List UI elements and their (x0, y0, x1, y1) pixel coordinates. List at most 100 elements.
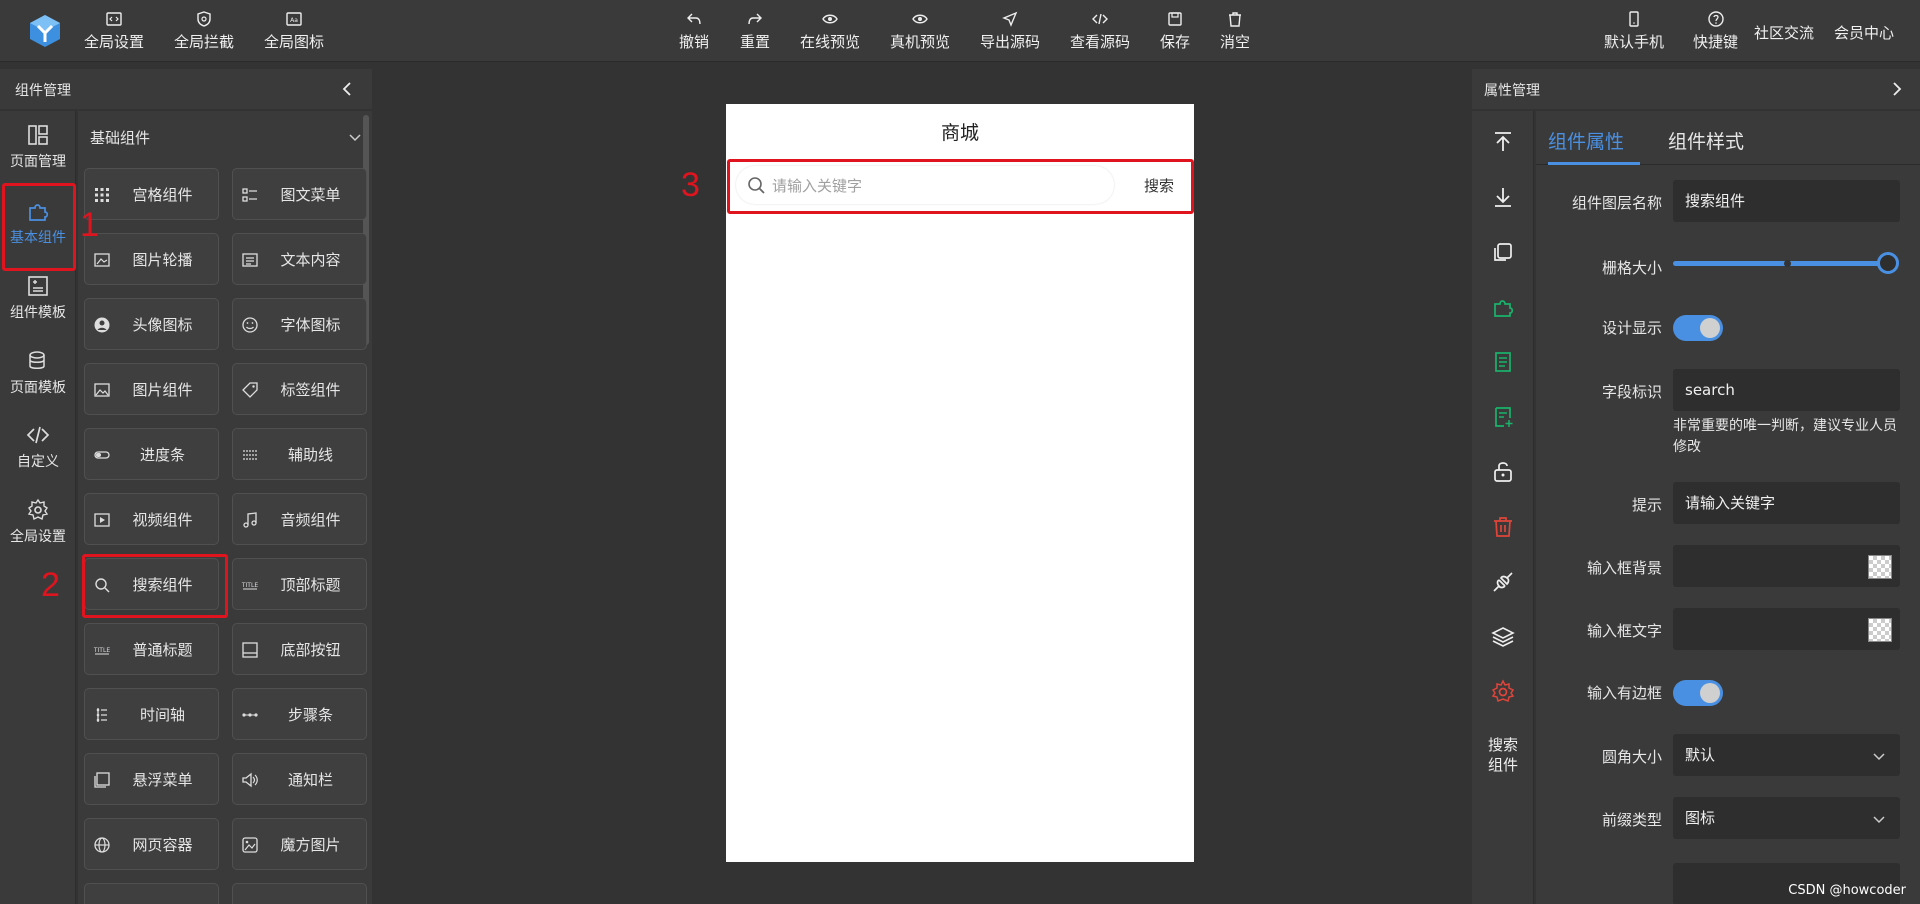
category-header[interactable]: 基础组件 (78, 111, 368, 161)
component-image-text-menu[interactable]: 图文菜单 (232, 168, 367, 220)
component-cube-image[interactable]: 魔方图片 (232, 818, 367, 870)
global-settings-button[interactable]: 全局设置 (84, 10, 144, 54)
chevron-right-icon[interactable] (1886, 79, 1906, 99)
gear-icon (1491, 679, 1515, 703)
undo-button[interactable]: 撤销 (679, 10, 709, 54)
color-picker-icon[interactable] (1868, 555, 1892, 579)
help-icon (1707, 11, 1724, 27)
field-id-input[interactable]: search (1673, 369, 1900, 411)
global-intercept-button[interactable]: 全局拦截 (174, 10, 234, 54)
property-panel: 组件属性 组件样式 组件图层名称 搜索组件 栅格大小 设计显示 字段标识 sea… (1536, 111, 1920, 904)
component-timeline[interactable]: 时间轴 (84, 688, 219, 740)
app-logo[interactable] (28, 14, 62, 48)
global-icons-button[interactable]: Aa 全局图标 (264, 10, 324, 54)
component-steps[interactable]: 步骤条 (232, 688, 367, 740)
float-icon (94, 772, 110, 788)
connect-button[interactable] (1490, 569, 1516, 595)
component-more-2[interactable] (232, 883, 367, 904)
nav-page-management[interactable]: 页面管理 (0, 111, 76, 183)
community-link[interactable]: 社区交流 (1754, 22, 1814, 43)
component-text-content[interactable]: 文本内容 (232, 233, 367, 285)
lines-icon (243, 450, 257, 460)
component-grid[interactable]: 宫格组件 (84, 168, 219, 220)
carousel-icon (94, 253, 110, 267)
tab-component-properties[interactable]: 组件属性 (1548, 127, 1624, 154)
component-guide-line[interactable]: 辅助线 (232, 428, 367, 480)
svg-text:TITLE: TITLE (93, 647, 110, 654)
video-icon (94, 513, 110, 527)
input-text-label: 输入框文字 (1586, 622, 1662, 640)
prefix-type-select[interactable]: 图标 (1673, 797, 1900, 839)
radius-label: 圆角大小 (1601, 748, 1662, 766)
has-border-toggle[interactable] (1673, 680, 1723, 706)
document-button[interactable] (1490, 349, 1516, 375)
color-picker-icon[interactable] (1868, 618, 1892, 642)
radius-select[interactable]: 默认 (1673, 734, 1900, 776)
nav-global-settings[interactable]: 全局设置 (0, 486, 76, 558)
grid-icon (95, 188, 109, 202)
phone-canvas[interactable]: 商城 请输入关键字 搜索 (726, 104, 1194, 862)
input-text-color-field[interactable] (1673, 608, 1900, 650)
settings-button[interactable] (1490, 679, 1516, 705)
icon-set-icon: Aa (286, 12, 302, 26)
nav-global-settings-label: 全局设置 (10, 529, 66, 545)
component-floating-menu[interactable]: 悬浮菜单 (84, 753, 219, 805)
component-image[interactable]: 图片组件 (84, 363, 219, 415)
tag-icon (242, 382, 258, 398)
hint-input[interactable]: 请输入关键字 (1673, 482, 1900, 524)
layers-button[interactable] (1490, 624, 1516, 650)
component-more-1[interactable] (84, 883, 219, 904)
move-down-button[interactable] (1490, 184, 1516, 210)
component-normal-title[interactable]: TITLE 普通标题 (84, 623, 219, 675)
slider-handle[interactable] (1877, 252, 1899, 274)
component-manager-title: 组件管理 (15, 83, 71, 99)
device-preview-button[interactable]: 真机预览 (890, 10, 950, 54)
chevron-down-icon (1873, 816, 1885, 824)
online-preview-button[interactable]: 在线预览 (800, 10, 860, 54)
nav-custom[interactable]: 自定义 (0, 411, 76, 483)
save-button[interactable]: 保存 (1160, 10, 1190, 54)
nav-component-templates[interactable]: 组件模板 (0, 262, 76, 334)
steps-icon (242, 713, 258, 717)
redo-button[interactable]: 重置 (740, 10, 770, 54)
component-toolbar: 搜索 组件 (1472, 111, 1534, 904)
eye-icon (912, 14, 928, 24)
grid-size-slider[interactable] (1673, 249, 1900, 279)
component-font-icon[interactable]: 字体图标 (232, 298, 367, 350)
tab-component-styles[interactable]: 组件样式 (1668, 127, 1744, 154)
watermark: CSDN @howcoder (1788, 883, 1906, 898)
document-add-button[interactable] (1490, 404, 1516, 430)
delete-icon (1494, 517, 1512, 537)
redo-label: 重置 (740, 33, 771, 51)
component-button[interactable] (1490, 294, 1516, 320)
view-source-button[interactable]: 查看源码 (1070, 10, 1130, 54)
component-progress[interactable]: 进度条 (84, 428, 219, 480)
component-carousel[interactable]: 图片轮播 (84, 233, 219, 285)
clear-button[interactable]: 消空 (1220, 10, 1250, 54)
component-top-title[interactable]: TITLE 顶部标题 (232, 558, 367, 610)
cube-image-icon (242, 837, 258, 853)
component-web-container[interactable]: 网页容器 (84, 818, 219, 870)
shortcuts-button[interactable]: 快捷键 (1693, 10, 1738, 54)
document-icon (1495, 352, 1511, 372)
unlock-button[interactable] (1490, 459, 1516, 485)
component-bottom-button[interactable]: 底部按钮 (232, 623, 367, 675)
chevron-left-icon[interactable] (338, 79, 358, 99)
delete-button[interactable] (1490, 514, 1516, 540)
component-notice-bar[interactable]: 通知栏 (232, 753, 367, 805)
trash-icon (1229, 12, 1241, 27)
layer-name-input[interactable]: 搜索组件 (1673, 180, 1900, 222)
component-avatar[interactable]: 头像图标 (84, 298, 219, 350)
copy-button[interactable] (1490, 239, 1516, 265)
move-to-top-button[interactable] (1490, 129, 1516, 155)
export-source-button[interactable]: 导出源码 (980, 10, 1040, 54)
nav-page-templates[interactable]: 页面模板 (0, 337, 76, 409)
component-video[interactable]: 视频组件 (84, 493, 219, 545)
component-tag[interactable]: 标签组件 (232, 363, 367, 415)
input-bg-color-field[interactable] (1673, 545, 1900, 587)
member-center-link[interactable]: 会员中心 (1834, 22, 1894, 43)
default-phone-button[interactable]: 默认手机 (1604, 10, 1664, 54)
component-audio[interactable]: 音频组件 (232, 493, 367, 545)
design-show-toggle[interactable] (1673, 315, 1723, 341)
global-intercept-label: 全局拦截 (174, 33, 235, 51)
